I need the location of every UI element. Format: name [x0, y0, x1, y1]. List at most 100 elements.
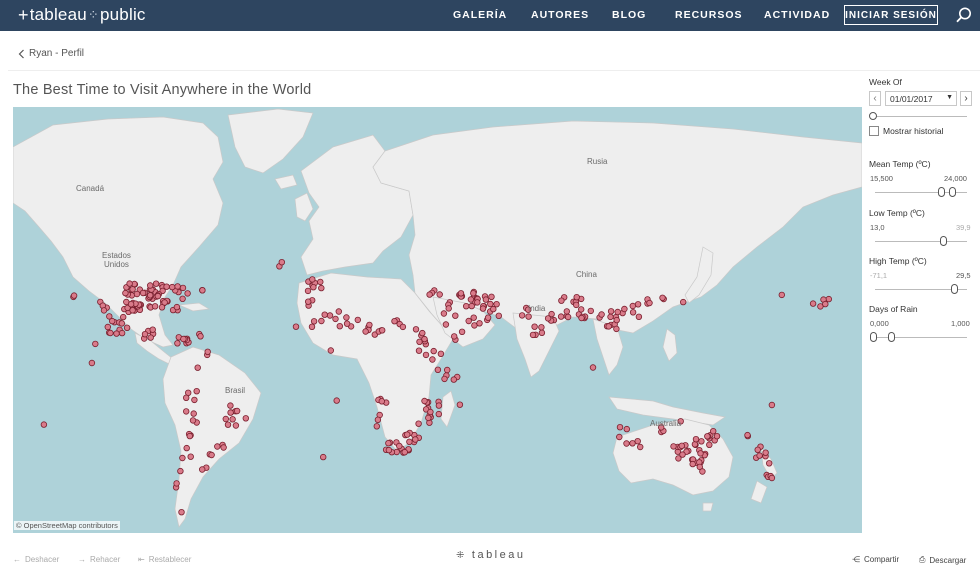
destination-marker[interactable] [318, 317, 325, 325]
destination-marker[interactable] [373, 423, 380, 430]
destination-marker[interactable] [445, 305, 452, 312]
destination-marker[interactable] [548, 310, 555, 318]
destination-marker[interactable] [558, 297, 565, 304]
week-next-button[interactable]: › [960, 91, 972, 106]
destination-marker[interactable] [415, 347, 423, 354]
breadcrumb-back-link[interactable]: Ryan - Perfil [18, 48, 84, 59]
destination-marker[interactable] [177, 467, 184, 475]
destination-marker[interactable] [374, 416, 382, 423]
destination-marker[interactable] [578, 314, 585, 322]
destination-marker[interactable] [412, 436, 419, 443]
destination-marker[interactable] [186, 432, 193, 440]
destination-marker[interactable] [616, 424, 624, 431]
destination-marker[interactable] [598, 311, 605, 318]
destination-marker[interactable] [637, 443, 644, 451]
nav-activity[interactable]: ACTIVIDAD [764, 9, 830, 21]
destination-marker[interactable] [327, 347, 334, 354]
destination-marker[interactable] [458, 328, 466, 335]
reset-button[interactable]: ⇤ Restablecer [138, 555, 191, 564]
destination-marker[interactable] [698, 438, 705, 445]
share-button[interactable]: ⋲ Compartir [852, 555, 899, 564]
destination-marker[interactable] [100, 307, 108, 314]
destination-marker[interactable] [204, 348, 211, 355]
destination-marker[interactable] [587, 307, 594, 315]
destination-marker[interactable] [488, 293, 495, 300]
destination-marker[interactable] [168, 283, 176, 291]
destination-marker[interactable] [692, 436, 700, 443]
history-checkbox[interactable] [869, 126, 879, 136]
destination-marker[interactable] [309, 276, 316, 283]
destination-marker[interactable] [187, 453, 194, 460]
destination-marker[interactable] [189, 417, 197, 424]
destination-marker[interactable] [766, 460, 773, 467]
destination-marker[interactable] [179, 454, 186, 462]
destination-marker[interactable] [421, 397, 428, 405]
destination-marker[interactable] [151, 303, 159, 310]
destination-marker[interactable] [768, 474, 776, 482]
destination-marker[interactable] [123, 324, 131, 331]
destination-marker[interactable] [305, 298, 312, 305]
destination-marker[interactable] [158, 304, 166, 311]
world-map[interactable] [13, 107, 862, 533]
destination-marker[interactable] [174, 283, 181, 290]
destination-marker[interactable] [634, 301, 642, 308]
destination-marker[interactable] [525, 313, 532, 320]
destination-marker[interactable] [573, 301, 580, 309]
destination-marker[interactable] [427, 408, 434, 416]
destination-marker[interactable] [163, 283, 170, 290]
destination-marker[interactable] [227, 402, 234, 409]
destination-marker[interactable] [429, 356, 436, 363]
destination-marker[interactable] [127, 300, 135, 308]
destination-marker[interactable] [430, 347, 437, 355]
destination-marker[interactable] [129, 286, 136, 293]
destination-marker[interactable] [199, 287, 206, 294]
destination-marker[interactable] [457, 290, 465, 297]
destination-marker[interactable] [133, 290, 141, 298]
destination-marker[interactable] [468, 302, 475, 310]
destination-marker[interactable] [335, 308, 342, 315]
destination-marker[interactable] [691, 441, 699, 448]
destination-marker[interactable] [822, 300, 829, 308]
destination-marker[interactable] [336, 322, 343, 330]
destination-marker[interactable] [484, 314, 492, 321]
nav-resources[interactable]: RECURSOS [675, 9, 743, 21]
world-map-canvas[interactable] [13, 107, 862, 533]
destination-marker[interactable] [92, 340, 99, 348]
destination-marker[interactable] [113, 330, 120, 337]
destination-marker[interactable] [680, 298, 687, 306]
destination-marker[interactable] [378, 398, 385, 405]
destination-marker[interactable] [465, 317, 472, 325]
rain-min-handle[interactable] [870, 332, 877, 342]
destination-marker[interactable] [129, 307, 136, 314]
destination-marker[interactable] [634, 438, 641, 445]
destination-marker[interactable] [699, 468, 706, 475]
destination-marker[interactable] [578, 306, 585, 313]
destination-marker[interactable] [495, 312, 502, 319]
destination-marker[interactable] [825, 295, 832, 303]
destination-marker[interactable] [614, 308, 621, 316]
download-button[interactable]: ⎙ Descargar [919, 555, 966, 565]
destination-marker[interactable] [278, 258, 285, 266]
destination-marker[interactable] [224, 421, 232, 428]
destination-marker[interactable] [126, 280, 133, 287]
destination-marker[interactable] [122, 289, 129, 297]
week-slider-track[interactable] [870, 116, 967, 117]
destination-marker[interactable] [756, 452, 763, 459]
destination-marker[interactable] [710, 428, 717, 435]
destination-marker[interactable] [318, 284, 325, 292]
destination-marker[interactable] [616, 433, 623, 441]
destination-marker[interactable] [629, 440, 636, 447]
destination-marker[interactable] [396, 442, 403, 450]
destination-marker[interactable] [149, 326, 156, 333]
destination-marker[interactable] [220, 444, 227, 451]
destination-marker[interactable] [482, 296, 490, 303]
destination-marker[interactable] [531, 323, 538, 330]
destination-marker[interactable] [180, 335, 187, 343]
destination-marker[interactable] [154, 292, 162, 300]
destination-marker[interactable] [476, 320, 483, 327]
destination-marker[interactable] [809, 300, 817, 307]
destination-marker[interactable] [222, 415, 229, 423]
destination-marker[interactable] [178, 509, 185, 516]
destination-marker[interactable] [227, 409, 234, 416]
destination-marker[interactable] [470, 290, 477, 297]
